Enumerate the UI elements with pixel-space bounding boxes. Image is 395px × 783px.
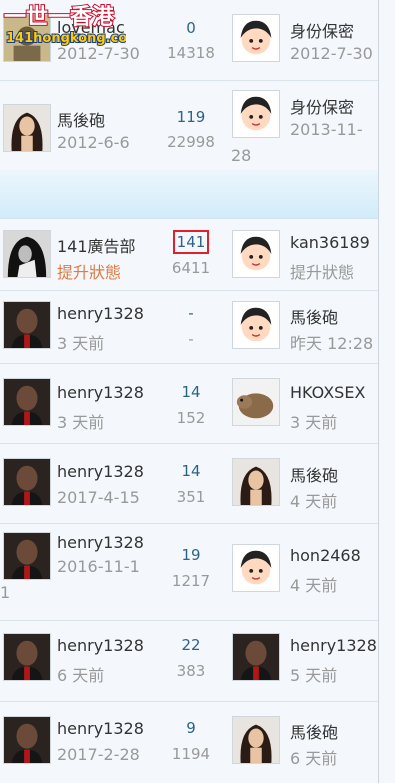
- last-poster-name[interactable]: 馬後砲: [290, 719, 338, 743]
- thread-start-date: 2017-4-15: [57, 488, 140, 507]
- avatar[interactable]: [232, 14, 280, 62]
- thread-start-date: 3 天前: [57, 413, 105, 432]
- table-row: henry1328 2017-2-28 9 1194 馬後砲 6 天前: [0, 702, 378, 783]
- avatar[interactable]: [3, 230, 51, 278]
- view-count: -: [188, 330, 194, 348]
- thread-starter-name[interactable]: henry1328: [57, 304, 144, 323]
- reply-count[interactable]: 19: [156, 546, 226, 564]
- last-poster-name[interactable]: 身份保密: [290, 94, 354, 118]
- logo-title: 一世一香港: [4, 5, 115, 30]
- reply-count[interactable]: 119: [156, 108, 226, 126]
- view-count: 1194: [171, 745, 211, 763]
- avatar[interactable]: [232, 716, 280, 764]
- thread-start-date: 2017-2-28: [57, 745, 140, 764]
- thread-starter-name[interactable]: henry1328: [57, 533, 144, 552]
- site-logo[interactable]: 一世一香港 141hongkong.com: [0, 0, 142, 56]
- thread-starter-name[interactable]: henry1328: [57, 636, 144, 655]
- highlighted-reply-count[interactable]: 141: [172, 230, 210, 254]
- last-poster-name[interactable]: HKOXSEX: [290, 383, 365, 402]
- view-count: 6411: [171, 259, 211, 277]
- reply-count[interactable]: 22: [156, 636, 226, 654]
- avatar[interactable]: [3, 458, 51, 506]
- view-count: 22998: [167, 133, 215, 151]
- column-divider: [378, 0, 379, 783]
- table-row: 141廣告部 提升狀態 141 6411 kan36189 提升狀態: [0, 219, 378, 291]
- table-row: henry1328 2016-11-11 19 1217 hon2468 4 天…: [0, 524, 378, 621]
- thread-start-date: 2012-6-6: [57, 133, 130, 152]
- table-row: 馬後砲 2012-6-6 119 22998 身份保密 2013-11-28: [0, 80, 378, 171]
- table-row: henry1328 2017-4-15 14 351 馬後砲 4 天前: [0, 444, 378, 524]
- reply-count[interactable]: 141: [156, 230, 226, 254]
- table-row: henry1328 3 天前 - - 馬後砲 昨天 12:28: [0, 291, 378, 364]
- thread-starter-name[interactable]: 馬後砲: [57, 107, 105, 131]
- last-poster-name[interactable]: henry1328: [290, 636, 377, 655]
- reply-count[interactable]: 14: [156, 383, 226, 401]
- avatar[interactable]: [3, 104, 51, 152]
- last-post-date[interactable]: 2013-11-28: [231, 117, 371, 169]
- last-post-date[interactable]: 6 天前: [290, 745, 337, 769]
- promote-status-link[interactable]: 提升狀態: [57, 259, 121, 283]
- table-row: henry1328 6 天前 22 383 henry1328 5 天前: [0, 621, 378, 702]
- view-count: 14318: [167, 44, 215, 62]
- last-post-date[interactable]: 3 天前: [290, 409, 337, 433]
- last-poster-name[interactable]: 馬後砲: [290, 304, 338, 328]
- avatar[interactable]: [3, 633, 51, 681]
- thread-starter-name[interactable]: henry1328: [57, 719, 144, 738]
- thread-start-date: 3 天前: [57, 334, 105, 353]
- view-count: 383: [176, 662, 206, 680]
- avatar[interactable]: [232, 301, 280, 349]
- thread-start-date: 6 天前: [57, 666, 105, 685]
- avatar[interactable]: [232, 633, 280, 681]
- avatar[interactable]: [3, 378, 51, 426]
- last-poster-name[interactable]: 身份保密: [290, 18, 354, 42]
- reply-count[interactable]: 14: [156, 462, 226, 480]
- promote-status-link[interactable]: 提升狀態: [290, 259, 354, 283]
- last-poster-name[interactable]: kan36189: [290, 233, 370, 252]
- view-count: 152: [176, 409, 206, 427]
- last-post-date[interactable]: 2012-7-30: [290, 44, 373, 63]
- view-count: 351: [176, 488, 206, 506]
- thread-starter-name[interactable]: henry1328: [57, 462, 144, 481]
- table-row: henry1328 3 天前 14 152 HKOXSEX 3 天前: [0, 364, 378, 444]
- avatar[interactable]: [3, 301, 51, 349]
- last-poster-name[interactable]: 馬後砲: [290, 462, 338, 486]
- reply-count[interactable]: 9: [156, 719, 226, 737]
- avatar[interactable]: [232, 544, 280, 592]
- last-post-date[interactable]: 昨天 12:28: [290, 330, 373, 354]
- logo-subtitle: 141hongkong.com: [6, 31, 126, 46]
- last-post-date[interactable]: 5 天前: [290, 662, 337, 686]
- thread-starter-name[interactable]: henry1328: [57, 383, 144, 402]
- avatar[interactable]: [232, 230, 280, 278]
- reply-count[interactable]: 0: [156, 19, 226, 37]
- last-post-date[interactable]: 4 天前: [290, 572, 337, 596]
- avatar[interactable]: [232, 378, 280, 426]
- last-post-date[interactable]: 4 天前: [290, 488, 337, 512]
- view-count: 1217: [171, 572, 211, 590]
- section-separator: [0, 170, 378, 219]
- avatar[interactable]: [232, 458, 280, 506]
- thread-start-date: 2016-11-11: [0, 557, 140, 602]
- thread-starter-name[interactable]: 141廣告部: [57, 233, 136, 257]
- last-poster-name[interactable]: hon2468: [290, 546, 361, 565]
- reply-count[interactable]: -: [156, 304, 226, 322]
- avatar[interactable]: [3, 716, 51, 764]
